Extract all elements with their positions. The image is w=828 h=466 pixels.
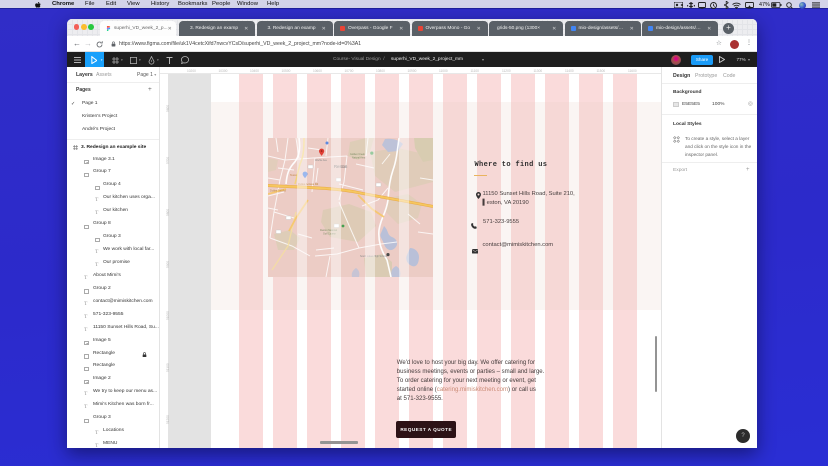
svg-text:Wiehle Ave: Wiehle Ave (315, 159, 328, 162)
svg-text:Natural Area: Natural Area (352, 157, 366, 160)
svg-text:Dulles Toll Rd: Dulles Toll Rd (270, 189, 286, 193)
